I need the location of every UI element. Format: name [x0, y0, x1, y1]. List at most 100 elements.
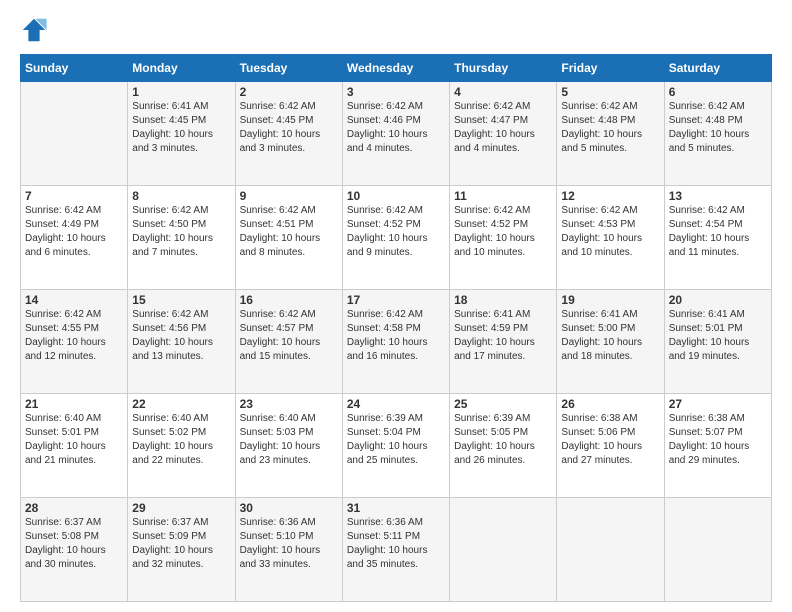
sunrise-label: Sunrise: 6:41 AM: [561, 309, 637, 320]
sunrise-label: Sunrise: 6:42 AM: [240, 101, 316, 112]
day-cell-24: 24Sunrise: 6:39 AMSunset: 5:04 PMDayligh…: [342, 394, 449, 498]
sunset-label: Sunset: 4:50 PM: [132, 219, 206, 230]
day-info: Sunrise: 6:41 AMSunset: 4:45 PMDaylight:…: [132, 100, 230, 156]
sunset-label: Sunset: 4:57 PM: [240, 323, 314, 334]
day-cell-26: 26Sunrise: 6:38 AMSunset: 5:06 PMDayligh…: [557, 394, 664, 498]
sunrise-label: Sunrise: 6:42 AM: [25, 205, 101, 216]
day-cell-3: 3Sunrise: 6:42 AMSunset: 4:46 PMDaylight…: [342, 82, 449, 186]
sunset-label: Sunset: 5:01 PM: [25, 427, 99, 438]
daylight-label: Daylight: 10 hours and 30 minutes.: [25, 545, 106, 570]
day-number: 10: [347, 189, 445, 203]
day-number: 20: [669, 293, 767, 307]
day-number: 27: [669, 397, 767, 411]
sunset-label: Sunset: 4:47 PM: [454, 115, 528, 126]
day-number: 18: [454, 293, 552, 307]
weekday-header-sunday: Sunday: [21, 55, 128, 82]
day-cell-1: 1Sunrise: 6:41 AMSunset: 4:45 PMDaylight…: [128, 82, 235, 186]
day-cell-29: 29Sunrise: 6:37 AMSunset: 5:09 PMDayligh…: [128, 498, 235, 602]
day-cell-28: 28Sunrise: 6:37 AMSunset: 5:08 PMDayligh…: [21, 498, 128, 602]
daylight-label: Daylight: 10 hours and 15 minutes.: [240, 337, 321, 362]
daylight-label: Daylight: 10 hours and 26 minutes.: [454, 441, 535, 466]
day-number: 22: [132, 397, 230, 411]
empty-cell: [557, 498, 664, 602]
day-cell-19: 19Sunrise: 6:41 AMSunset: 5:00 PMDayligh…: [557, 290, 664, 394]
day-number: 6: [669, 85, 767, 99]
day-info: Sunrise: 6:37 AMSunset: 5:09 PMDaylight:…: [132, 516, 230, 572]
day-number: 3: [347, 85, 445, 99]
day-number: 24: [347, 397, 445, 411]
sunset-label: Sunset: 4:45 PM: [240, 115, 314, 126]
daylight-label: Daylight: 10 hours and 16 minutes.: [347, 337, 428, 362]
sunrise-label: Sunrise: 6:42 AM: [561, 205, 637, 216]
sunrise-label: Sunrise: 6:38 AM: [669, 413, 745, 424]
day-info: Sunrise: 6:42 AMSunset: 4:46 PMDaylight:…: [347, 100, 445, 156]
day-info: Sunrise: 6:42 AMSunset: 4:52 PMDaylight:…: [347, 204, 445, 260]
sunrise-label: Sunrise: 6:42 AM: [454, 205, 530, 216]
day-number: 31: [347, 501, 445, 515]
sunset-label: Sunset: 4:59 PM: [454, 323, 528, 334]
day-number: 17: [347, 293, 445, 307]
day-info: Sunrise: 6:42 AMSunset: 4:48 PMDaylight:…: [669, 100, 767, 156]
sunrise-label: Sunrise: 6:42 AM: [669, 101, 745, 112]
sunset-label: Sunset: 4:58 PM: [347, 323, 421, 334]
day-info: Sunrise: 6:36 AM Sunset: 5:11 PM Daylight:…: [347, 516, 445, 572]
sunset-label: Sunset: 5:11 PM: [347, 531, 420, 542]
sunrise-label: Sunrise: 6:40 AM: [132, 413, 208, 424]
sunrise-label: Sunrise: 6:42 AM: [240, 205, 316, 216]
day-cell-15: 15Sunrise: 6:42 AMSunset: 4:56 PMDayligh…: [128, 290, 235, 394]
sunset-label: Sunset: 5:04 PM: [347, 427, 421, 438]
daylight-label: Daylight: 10 hours and 9 minutes.: [347, 233, 428, 258]
sunset-label: Sunset: 5:08 PM: [25, 531, 99, 542]
sunrise-label: Sunrise: 6:38 AM: [561, 413, 637, 424]
day-cell-14: 14Sunrise: 6:42 AMSunset: 4:55 PMDayligh…: [21, 290, 128, 394]
sunset-label: Sunset: 4:49 PM: [25, 219, 99, 230]
day-number: 8: [132, 189, 230, 203]
day-number: 4: [454, 85, 552, 99]
header-row: SundayMondayTuesdayWednesdayThursdayFrid…: [21, 55, 772, 82]
day-number: 16: [240, 293, 338, 307]
day-info: Sunrise: 6:41 AMSunset: 5:00 PMDaylight:…: [561, 308, 659, 364]
day-number: 15: [132, 293, 230, 307]
day-number: 21: [25, 397, 123, 411]
day-cell-18: 18Sunrise: 6:41 AMSunset: 4:59 PMDayligh…: [450, 290, 557, 394]
sunrise-label: Sunrise: 6:42 AM: [454, 101, 530, 112]
weekday-header-monday: Monday: [128, 55, 235, 82]
sunrise-label: Sunrise: 6:36 AM: [347, 517, 423, 528]
day-info: Sunrise: 6:42 AM Sunset: 4:45 PM Daylight:…: [240, 100, 338, 156]
sunrise-label: Sunrise: 6:40 AM: [25, 413, 101, 424]
daylight-label: Daylight: 10 hours and 10 minutes.: [454, 233, 535, 258]
day-cell-17: 17Sunrise: 6:42 AMSunset: 4:58 PMDayligh…: [342, 290, 449, 394]
weekday-header-wednesday: Wednesday: [342, 55, 449, 82]
day-info: Sunrise: 6:40 AMSunset: 5:02 PMDaylight:…: [132, 412, 230, 468]
sunset-label: Sunset: 4:46 PM: [347, 115, 421, 126]
empty-cell: [21, 82, 128, 186]
daylight-label: Daylight: 10 hours and 11 minutes.: [669, 233, 750, 258]
day-number: 26: [561, 397, 659, 411]
day-cell-9: 9Sunrise: 6:42 AMSunset: 4:51 PMDaylight…: [235, 186, 342, 290]
day-cell-6: 6Sunrise: 6:42 AMSunset: 4:48 PMDaylight…: [664, 82, 771, 186]
day-cell-31: 31 Sunrise: 6:36 AM Sunset: 5:11 PM Dayligh…: [342, 498, 449, 602]
day-cell-13: 13Sunrise: 6:42 AMSunset: 4:54 PMDayligh…: [664, 186, 771, 290]
day-number: 2: [240, 85, 338, 99]
daylight-label: Daylight: 10 hours and 13 minutes.: [132, 337, 213, 362]
calendar-header: SundayMondayTuesdayWednesdayThursdayFrid…: [21, 55, 772, 82]
daylight-label: Daylight: 10 hours and 4 minutes.: [347, 129, 428, 154]
calendar-body: 1Sunrise: 6:41 AMSunset: 4:45 PMDaylight…: [21, 82, 772, 602]
day-number: 23: [240, 397, 338, 411]
day-info: Sunrise: 6:42 AMSunset: 4:47 PMDaylight:…: [454, 100, 552, 156]
sunset-label: Sunset: 4:52 PM: [347, 219, 421, 230]
daylight-label: Daylight: 10 hours and 3 minutes.: [240, 129, 321, 154]
daylight-label: Daylight: 10 hours and 5 minutes.: [669, 129, 750, 154]
day-number: 29: [132, 501, 230, 515]
sunset-label: Sunset: 5:09 PM: [132, 531, 206, 542]
day-info: Sunrise: 6:39 AMSunset: 5:05 PMDaylight:…: [454, 412, 552, 468]
weekday-header-thursday: Thursday: [450, 55, 557, 82]
daylight-label: Daylight: 10 hours and 35 minutes.: [347, 545, 428, 570]
sunset-label: Sunset: 4:48 PM: [561, 115, 635, 126]
day-number: 14: [25, 293, 123, 307]
day-info: Sunrise: 6:42 AMSunset: 4:55 PMDaylight:…: [25, 308, 123, 364]
day-cell-21: 21Sunrise: 6:40 AMSunset: 5:01 PMDayligh…: [21, 394, 128, 498]
sunrise-label: Sunrise: 6:41 AM: [669, 309, 745, 320]
daylight-label: Daylight: 10 hours and 32 minutes.: [132, 545, 213, 570]
day-info: Sunrise: 6:42 AMSunset: 4:58 PMDaylight:…: [347, 308, 445, 364]
